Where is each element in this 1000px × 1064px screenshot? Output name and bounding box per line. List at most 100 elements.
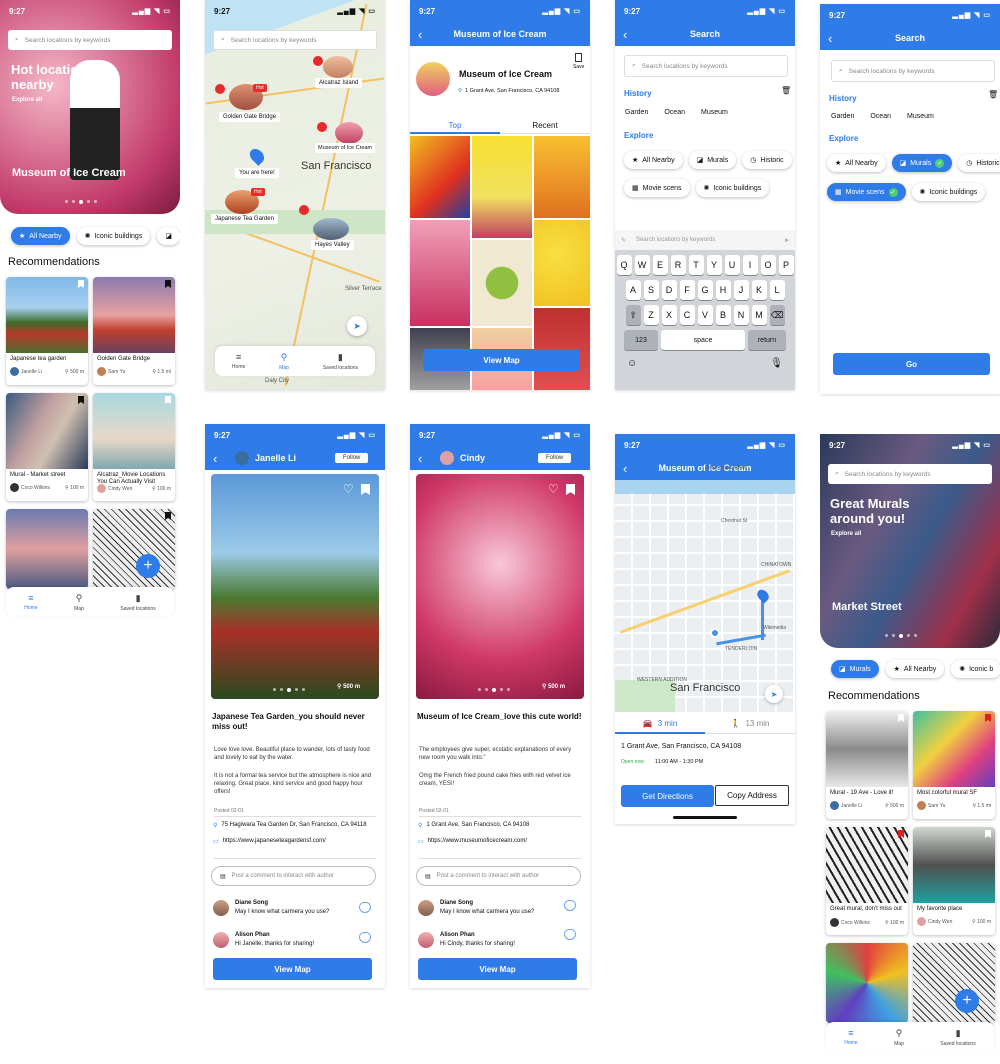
key[interactable]: G [697, 280, 713, 300]
go-button[interactable]: Go [833, 353, 990, 375]
card-geometric-mural[interactable] [826, 943, 908, 1023]
chip-murals[interactable]: ◪ Murals [688, 151, 737, 169]
like-icon[interactable] [564, 900, 576, 911]
chip-murals[interactable]: ◪ Murals ✓ [891, 154, 953, 172]
card-sketch[interactable] [93, 509, 175, 589]
tab-map[interactable]: ⚲ Map [894, 1028, 904, 1047]
card-sunset[interactable] [6, 509, 88, 589]
bookmark-icon[interactable] [78, 280, 84, 288]
map-callout[interactable]: Japanese Tea Garden [211, 214, 278, 224]
add-button[interactable]: + [136, 554, 160, 578]
back-button[interactable]: ‹ [828, 31, 832, 46]
carousel-dots[interactable] [273, 688, 305, 692]
bookmark-icon[interactable] [898, 714, 904, 722]
tab-home[interactable]: ≡ Home [24, 593, 37, 611]
emoji-icon[interactable]: ☺ [627, 358, 637, 369]
tab-walk[interactable]: 🚶 13 min [705, 714, 795, 734]
key[interactable]: L [769, 280, 785, 300]
bookmark-icon[interactable] [898, 830, 904, 838]
bookmark-icon[interactable] [78, 396, 84, 404]
map-pin[interactable] [215, 84, 225, 94]
keyboard-input-bar[interactable]: ✎ Search locations by keywords ➤ [615, 230, 795, 250]
card-favorite-place[interactable]: My favorite place Cindy Wen ⚲ 100 m [913, 827, 995, 935]
chip-murals[interactable]: ◪ Murals [831, 660, 879, 678]
chip-all-nearby[interactable]: ★ All Nearby [885, 660, 945, 678]
chip-iconic-buildings[interactable]: ✺ Iconic b [951, 660, 1000, 678]
history-item[interactable]: Garden [831, 113, 854, 120]
view-map-button[interactable]: View Map [418, 958, 577, 980]
chip-movie-scenes[interactable]: ▦ Movie scens [624, 179, 690, 197]
post-url[interactable]: https://www.japaneseteagardensf.com/ [223, 838, 326, 845]
post-url[interactable]: https://www.museumoficecream.com/ [428, 838, 527, 845]
key[interactable]: D [661, 280, 677, 300]
post-photo[interactable] [211, 474, 379, 699]
key[interactable]: C [679, 305, 695, 325]
tab-saved[interactable]: ▮ Saved locations [120, 593, 155, 612]
key[interactable]: N [733, 305, 749, 325]
card-sketch-mural[interactable] [913, 943, 995, 1023]
map-pin[interactable] [313, 56, 323, 66]
map-pin[interactable] [299, 205, 309, 215]
tab-recent[interactable]: Recent [500, 121, 590, 134]
photo-tile[interactable] [534, 220, 590, 306]
map-callout[interactable]: Golden Gate Bridge [219, 112, 281, 122]
follow-button[interactable]: Follow [335, 453, 369, 463]
follow-button[interactable]: Follow [538, 453, 572, 463]
card-great-mural[interactable]: Great mural, don't miss out Coco Wilkins… [826, 827, 908, 935]
carousel-dots[interactable] [885, 634, 917, 638]
key[interactable]: Z [643, 305, 659, 325]
search-input[interactable]: ⌕ Search locations by keywords [831, 60, 995, 82]
chip-all-nearby[interactable]: ★ All Nearby [827, 154, 886, 172]
chip-all-nearby[interactable]: ★ All Nearby [11, 227, 70, 245]
location-thumb[interactable] [313, 218, 349, 240]
key[interactable]: O [760, 255, 776, 275]
carousel-dots[interactable] [65, 200, 97, 204]
key[interactable]: P [778, 255, 794, 275]
explore-all-link[interactable]: Explore all [831, 531, 861, 537]
chip-historic[interactable]: ◷ Historic [742, 151, 792, 169]
map-callout[interactable]: Alcatraz Island [315, 78, 363, 88]
tab-home[interactable]: ≡ Home [844, 1028, 857, 1046]
send-icon[interactable]: ➤ [784, 237, 789, 244]
microphone-icon[interactable]: 🎙 [770, 358, 783, 369]
tab-map[interactable]: ⚲ Map [74, 593, 84, 612]
back-button[interactable]: ‹ [418, 451, 422, 466]
photo-tile[interactable] [472, 136, 532, 238]
key[interactable]: F [679, 280, 695, 300]
tab-saved[interactable]: ▮ Saved locations [940, 1028, 975, 1047]
heart-icon[interactable]: ♡ [548, 482, 559, 496]
back-button[interactable]: ‹ [623, 27, 627, 42]
tab-top[interactable]: Top [410, 121, 500, 134]
carousel-dots[interactable] [478, 688, 510, 692]
tab-saved[interactable]: ▮ Saved locations [323, 352, 358, 371]
location-thumb[interactable] [323, 56, 353, 78]
view-map-button[interactable]: View Map [213, 958, 372, 980]
key[interactable]: H [715, 280, 731, 300]
copy-address-button[interactable]: Copy Address [715, 785, 789, 806]
history-item[interactable]: Museum [701, 109, 728, 116]
key[interactable]: I [742, 255, 758, 275]
card-tea-garden[interactable]: Japanese tea garden Janelle Li ⚲ 500 m [6, 277, 88, 385]
chip-historic[interactable]: ◷ Historic [958, 154, 1000, 172]
chip-iconic-buildings[interactable]: ✺ Iconic buildings [695, 179, 770, 197]
search-input[interactable]: ⌕ Search locations by keywords [213, 30, 377, 50]
like-icon[interactable] [564, 929, 576, 940]
key[interactable]: J [733, 280, 749, 300]
back-button[interactable]: ‹ [418, 27, 422, 42]
map-pin[interactable] [317, 122, 327, 132]
like-icon[interactable] [359, 932, 371, 943]
key[interactable]: W [634, 255, 650, 275]
get-directions-button[interactable]: Get Directions [621, 785, 714, 807]
key[interactable]: E [652, 255, 668, 275]
search-input[interactable]: ⌕ Search locations by keywords [8, 30, 172, 50]
history-item[interactable]: Ocean [870, 113, 891, 120]
bookmark-icon[interactable] [985, 830, 991, 838]
backspace-key[interactable]: ⌫ [769, 305, 785, 325]
key-123[interactable]: 123 [624, 330, 658, 350]
chip-iconic-buildings[interactable]: ✺ Iconic buildings [76, 227, 151, 245]
tab-drive[interactable]: 🚘 3 min [615, 714, 705, 734]
history-item[interactable]: Museum [907, 113, 934, 120]
card-golden-gate[interactable]: Golden Gate Bridge Sam Yu ⚲ 1.5 mi [93, 277, 175, 385]
back-button[interactable]: ‹ [623, 461, 627, 476]
recenter-button[interactable]: ➤ [347, 316, 367, 336]
